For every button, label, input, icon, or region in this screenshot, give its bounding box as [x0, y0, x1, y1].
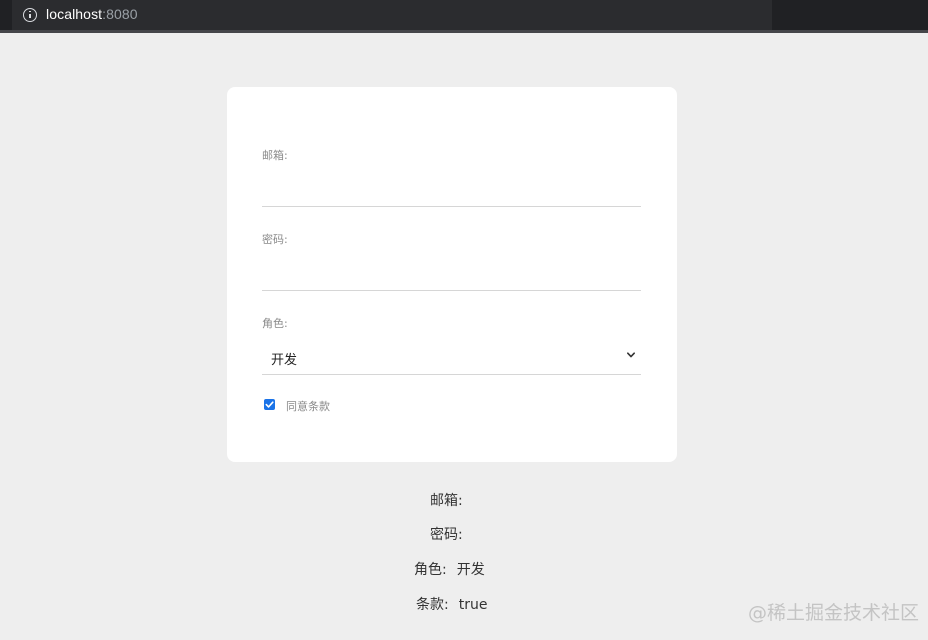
role-select-value: 开发	[271, 353, 298, 368]
toolbar-divider	[0, 30, 928, 33]
terms-checkbox[interactable]	[264, 399, 275, 410]
password-field[interactable]	[262, 259, 641, 289]
checkmark-icon	[265, 401, 274, 408]
browser-toolbar: localhost:8080	[0, 0, 928, 30]
summary-password-label: 密码:	[430, 527, 463, 543]
info-icon[interactable]	[23, 8, 37, 22]
watermark: @稀土掘金技术社区	[748, 602, 920, 624]
password-label: 密码:	[262, 233, 288, 246]
url-text[interactable]: localhost:8080	[46, 6, 138, 22]
email-underline	[262, 206, 641, 207]
summary-terms: 条款: true	[416, 594, 487, 614]
password-underline	[262, 290, 641, 291]
role-label: 角色:	[262, 317, 288, 330]
role-select[interactable]	[262, 342, 641, 372]
email-label: 邮箱:	[262, 149, 288, 162]
summary-role-label: 角色:	[414, 562, 447, 578]
url-host: localhost	[46, 6, 103, 22]
terms-label[interactable]: 同意条款	[286, 398, 330, 414]
url-port: :8080	[102, 6, 138, 22]
summary-role: 角色: 开发	[414, 559, 485, 579]
summary-role-value: 开发	[456, 562, 485, 578]
email-field[interactable]	[262, 175, 641, 205]
summary-terms-label: 条款:	[416, 597, 449, 613]
form-card: 邮箱: 密码: 角色: 开发 同意条款	[227, 87, 677, 462]
summary-terms-value: true	[458, 597, 488, 613]
summary-email-label: 邮箱:	[430, 493, 463, 509]
chevron-down-icon[interactable]	[627, 351, 635, 359]
role-underline	[262, 374, 641, 375]
summary-email: 邮箱:	[430, 490, 473, 510]
summary-password: 密码:	[430, 524, 473, 544]
